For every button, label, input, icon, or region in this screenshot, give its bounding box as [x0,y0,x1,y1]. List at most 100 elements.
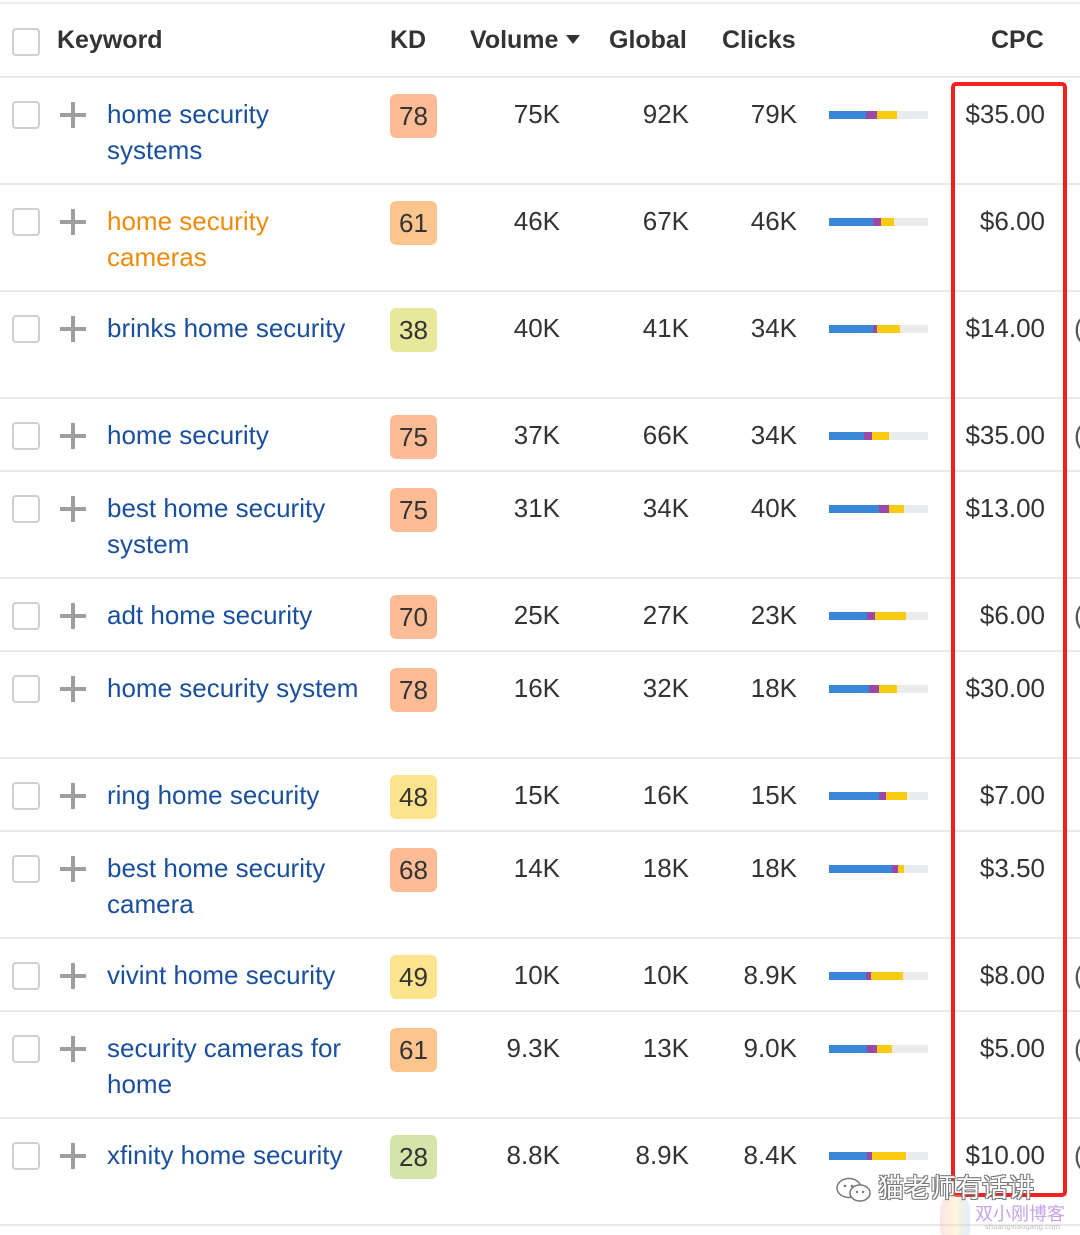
cpc-value: $13.00 [965,493,1045,523]
clicks-value: 9.0K [743,1033,798,1063]
volume-value: 16K [513,673,560,703]
column-header-cpc[interactable]: CPC [991,26,1044,55]
bar-segment-paid [865,111,877,119]
row-checkbox[interactable] [12,315,40,343]
bar-segment-other [898,865,905,873]
bar-segment-other [876,111,898,119]
add-to-list-plus-icon[interactable] [60,1036,86,1062]
bar-segment-paid [879,792,887,800]
row-checkbox[interactable] [12,1035,40,1063]
row-checkbox[interactable] [12,422,40,450]
kd-badge: 61 [390,1028,437,1072]
clicks-distribution-bar [829,792,928,800]
bar-segment-organic [829,432,864,440]
table-row: best home security system 75 31K 34K 40K $13.… [0,472,1080,579]
add-to-list-plus-icon[interactable] [60,783,86,809]
add-to-list-plus-icon[interactable] [60,856,86,882]
global-volume-value: 67K [642,206,689,236]
add-to-list-plus-icon[interactable] [60,316,86,342]
bar-segment-other [889,505,905,513]
add-to-list-plus-icon[interactable] [60,603,86,629]
table-row: security cameras for home 61 9.3K 13K 9.0K $5… [0,1012,1080,1119]
truncated-column-glyph: ( [1074,957,1080,993]
keyword-link[interactable]: brinks home security [107,310,369,346]
bar-segment-other [886,792,908,800]
global-volume-value: 8.9K [635,1140,690,1170]
column-header-volume-label: Volume [470,26,559,54]
bar-segment-other [870,972,904,980]
clicks-distribution-bar [829,218,928,226]
kd-badge: 75 [390,488,437,532]
cpc-value: $30.00 [965,673,1045,703]
table-row: vivint home security 49 10K 10K 8.9K $8.00 ( [0,939,1080,1012]
clicks-value: 18K [750,673,797,703]
keyword-link[interactable]: home security [107,417,369,453]
add-to-list-plus-icon[interactable] [60,1143,86,1169]
cpc-value: $8.00 [979,960,1045,990]
global-volume-value: 13K [642,1033,689,1063]
keyword-link[interactable]: security cameras for home [107,1030,369,1102]
row-checkbox[interactable] [12,602,40,630]
column-header-kd[interactable]: KD [390,26,426,55]
bar-segment-other [877,325,901,333]
bar-segment-paid [866,612,875,620]
row-checkbox[interactable] [12,208,40,236]
global-volume-value: 10K [642,960,689,990]
select-all-checkbox[interactable] [12,28,40,56]
row-checkbox[interactable] [12,782,40,810]
keyword-link[interactable]: ring home security [107,777,369,813]
cpc-value: $6.00 [979,206,1045,236]
keyword-link[interactable]: vivint home security [107,957,369,993]
keyword-link[interactable]: best home security system [107,490,369,562]
keyword-link[interactable]: best home security camera [107,850,369,922]
bar-segment-organic [829,111,866,119]
keyword-link[interactable]: xfinity home security [107,1137,369,1173]
bar-segment-paid [868,685,880,693]
clicks-distribution-bar [829,432,928,440]
global-volume-value: 32K [642,673,689,703]
bar-segment-other [877,1045,893,1053]
keyword-link[interactable]: home security systems [107,96,369,168]
keyword-link[interactable]: home security cameras [107,203,369,275]
clicks-value: 8.9K [743,960,798,990]
row-checkbox[interactable] [12,495,40,523]
add-to-list-plus-icon[interactable] [60,496,86,522]
bar-segment-organic [829,505,880,513]
bar-segment-organic [829,792,880,800]
keyword-link[interactable]: home security system [107,670,369,706]
column-header-clicks[interactable]: Clicks [722,26,796,55]
volume-value: 31K [513,493,560,523]
keyword-link[interactable]: adt home security [107,597,369,633]
column-header-global[interactable]: Global [609,26,687,55]
bar-segment-other [879,685,898,693]
kd-badge: 78 [390,94,437,138]
add-to-list-plus-icon[interactable] [60,676,86,702]
add-to-list-plus-icon[interactable] [60,963,86,989]
column-header-volume[interactable]: Volume [470,26,581,55]
bar-segment-paid [866,1045,878,1053]
bar-segment-organic [829,1045,867,1053]
global-volume-value: 18K [642,853,689,883]
bar-segment-organic [829,685,869,693]
column-header-keyword[interactable]: Keyword [57,26,163,55]
clicks-distribution-bar [829,612,928,620]
clicks-value: 40K [750,493,797,523]
row-checkbox[interactable] [12,101,40,129]
truncated-column-glyph: ( [1074,310,1080,346]
table-row: home security systems 78 75K 92K 79K $35.00 [0,78,1080,185]
sort-desc-icon [566,34,581,44]
add-to-list-plus-icon[interactable] [60,209,86,235]
bar-segment-organic [829,612,867,620]
bar-segment-organic [829,865,893,873]
global-volume-value: 41K [642,313,689,343]
cpc-value: $7.00 [979,780,1045,810]
row-checkbox[interactable] [12,675,40,703]
row-checkbox[interactable] [12,855,40,883]
clicks-value: 8.4K [743,1140,798,1170]
add-to-list-plus-icon[interactable] [60,423,86,449]
row-checkbox[interactable] [12,1142,40,1170]
add-to-list-plus-icon[interactable] [60,102,86,128]
bar-segment-organic [829,1152,867,1160]
bar-segment-organic [829,218,873,226]
row-checkbox[interactable] [12,962,40,990]
